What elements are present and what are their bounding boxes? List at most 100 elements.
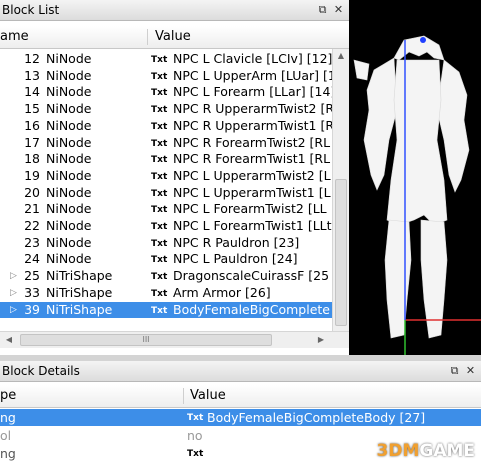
txt-type-icon: Txt bbox=[151, 138, 168, 149]
block-index: 23 bbox=[24, 234, 40, 250]
block-list-titlebar: Block List ⧉ ✕ bbox=[0, 0, 349, 21]
block-value: NPC R UpperarmTwist1 [R bbox=[173, 117, 332, 133]
block-value: BodyFemaleBigComplete bbox=[173, 301, 330, 317]
block-value: NPC R Pauldron [23] bbox=[173, 234, 300, 250]
column-header-type[interactable]: pe bbox=[0, 385, 16, 407]
block-value: NPC L Pauldron [24] bbox=[173, 251, 298, 267]
block-type: NiNode bbox=[46, 218, 92, 233]
block-row[interactable]: 24 NiNode Txt NPC L Pauldron [24] bbox=[0, 251, 332, 267]
txt-type-icon: Txt bbox=[151, 272, 168, 283]
block-list-panel: ame Value 12 NiNode Txt NPC L Clavicle [LCI… bbox=[0, 21, 349, 355]
block-row[interactable]: 14 NiNode Txt NPC L Forearm [LLar] [14] bbox=[0, 84, 332, 100]
block-index: 25 bbox=[24, 268, 40, 284]
block-type: NiTriShape bbox=[46, 301, 113, 317]
render-viewport[interactable] bbox=[349, 0, 481, 355]
detail-value: no bbox=[187, 428, 203, 443]
column-header-value[interactable]: Value bbox=[155, 26, 191, 48]
txt-type-icon: Txt bbox=[151, 121, 168, 132]
block-value: NPC R ForearmTwist1 [RL bbox=[173, 151, 331, 167]
txt-type-icon: Txt bbox=[151, 188, 168, 199]
block-type: NiNode bbox=[46, 151, 92, 167]
txt-type-icon: Txt bbox=[151, 55, 168, 65]
txt-type-icon: Txt bbox=[151, 105, 168, 116]
block-row[interactable]: 16 NiNode Txt NPC R UpperarmTwist1 [R bbox=[0, 118, 332, 134]
horizontal-scrollbar[interactable]: ◀ III ▶ bbox=[0, 331, 349, 348]
block-list-rows: 12 NiNode Txt NPC L Clavicle [LCIv] [12] 13 N… bbox=[0, 51, 332, 327]
block-row[interactable]: 13 NiNode Txt NPC L UpperArm [LUar] [1 bbox=[0, 68, 332, 84]
block-row[interactable]: ▷ 25 NiTriShape Txt DragonscaleCuirassF [25 bbox=[0, 268, 332, 284]
txt-type-icon: Txt bbox=[151, 71, 168, 82]
detail-type: ng bbox=[0, 446, 16, 461]
block-value: NPC L UpperarmTwist2 [L bbox=[173, 167, 331, 183]
txt-type-icon: Txt bbox=[151, 238, 168, 249]
block-row[interactable]: 17 NiNode Txt NPC R ForearmTwist2 [RL bbox=[0, 135, 332, 151]
scroll-left-arrow[interactable]: ◀ bbox=[2, 335, 16, 344]
block-index: 13 bbox=[24, 67, 40, 83]
block-details-panel: pe Value ng Txt BodyFemaleBigCompleteBody … bbox=[0, 382, 481, 465]
expand-arrow-icon[interactable]: ▷ bbox=[10, 285, 17, 301]
block-index: 15 bbox=[24, 101, 40, 117]
vertical-scrollbar[interactable]: ▲ bbox=[332, 49, 349, 331]
block-type: NiNode bbox=[46, 101, 92, 117]
armor-mesh bbox=[353, 35, 470, 339]
block-details-title: Block Details bbox=[2, 364, 80, 378]
block-type: NiNode bbox=[46, 167, 92, 183]
txt-type-icon: Txt bbox=[151, 255, 168, 266]
txt-type-icon: Txt bbox=[151, 205, 168, 216]
close-icon[interactable]: ✕ bbox=[464, 364, 477, 377]
block-value: NPC L UpperarmTwist1 [L bbox=[173, 184, 331, 200]
block-row[interactable]: ▷ 33 NiTriShape Txt Arm Armor [26] bbox=[0, 285, 332, 301]
column-separator[interactable] bbox=[147, 29, 148, 45]
block-index: 20 bbox=[24, 184, 40, 200]
block-row[interactable]: 18 NiNode Txt NPC R ForearmTwist1 [RL bbox=[0, 151, 332, 167]
txt-type-icon: Txt bbox=[151, 155, 168, 166]
block-list-title: Block List bbox=[2, 3, 60, 17]
block-type: NiTriShape bbox=[46, 284, 113, 300]
expand-arrow-icon[interactable]: ▷ bbox=[10, 302, 17, 318]
block-index: 16 bbox=[24, 117, 40, 133]
block-index: 12 bbox=[24, 51, 40, 66]
column-header-value[interactable]: Value bbox=[190, 385, 226, 407]
block-type: NiNode bbox=[46, 84, 92, 100]
block-value: NPC L Forearm [LLar] [14] bbox=[173, 84, 332, 100]
block-details-titlebar: Block Details ⧉ ✕ bbox=[0, 361, 481, 382]
txt-type-icon: Txt bbox=[187, 413, 204, 423]
block-row[interactable]: 15 NiNode Txt NPC R UpperarmTwist2 [R bbox=[0, 101, 332, 117]
scroll-right-arrow[interactable]: ▶ bbox=[314, 335, 328, 344]
column-separator[interactable] bbox=[183, 388, 184, 404]
watermark: 3DMGAME bbox=[376, 441, 476, 461]
block-type: NiNode bbox=[46, 251, 92, 267]
block-value: Arm Armor [26] bbox=[173, 284, 271, 300]
expand-arrow-icon[interactable]: ▷ bbox=[10, 268, 17, 284]
block-value: NPC L Clavicle [LCIv] [12] bbox=[173, 51, 332, 66]
block-value: NPC L ForearmTwist2 [LL bbox=[173, 201, 327, 217]
block-row[interactable]: 12 NiNode Txt NPC L Clavicle [LCIv] [12] bbox=[0, 51, 332, 67]
txt-type-icon: Txt bbox=[151, 171, 168, 182]
horizontal-scroll-thumb[interactable]: III bbox=[20, 334, 272, 346]
detail-row[interactable]: ng Txt BodyFemaleBigCompleteBody [27] bbox=[0, 409, 481, 426]
block-row[interactable]: 22 NiNode Txt NPC L ForearmTwist1 [LLt bbox=[0, 218, 332, 234]
block-row[interactable]: ▷ 39 NiTriShape Txt BodyFemaleBigComplete bbox=[0, 301, 332, 318]
block-row[interactable]: 21 NiNode Txt NPC L ForearmTwist2 [LL bbox=[0, 201, 332, 217]
close-icon[interactable]: ✕ bbox=[332, 3, 345, 16]
txt-type-icon: Txt bbox=[151, 222, 168, 232]
block-value: DragonscaleCuirassF [25 bbox=[173, 268, 330, 284]
block-value: NPC L ForearmTwist1 [LLt bbox=[173, 218, 332, 233]
block-row[interactable]: 23 NiNode Txt NPC R Pauldron [23] bbox=[0, 235, 332, 251]
block-value: NPC R ForearmTwist2 [RL bbox=[173, 134, 331, 150]
vertical-scroll-thumb[interactable] bbox=[335, 179, 347, 326]
block-index: 17 bbox=[24, 134, 40, 150]
float-panel-icon[interactable]: ⧉ bbox=[448, 364, 461, 377]
block-type: NiNode bbox=[46, 234, 92, 250]
scroll-up-arrow[interactable]: ▲ bbox=[334, 51, 348, 60]
block-row[interactable]: 20 NiNode Txt NPC L UpperarmTwist1 [L bbox=[0, 185, 332, 201]
column-header-name[interactable]: ame bbox=[0, 26, 29, 48]
block-details-header: pe Value bbox=[0, 385, 481, 408]
block-index: 24 bbox=[24, 251, 40, 267]
mesh-render bbox=[353, 35, 481, 355]
float-panel-icon[interactable]: ⧉ bbox=[316, 3, 329, 16]
block-row[interactable]: 19 NiNode Txt NPC L UpperarmTwist2 [L bbox=[0, 168, 332, 184]
block-type: NiNode bbox=[46, 201, 92, 217]
block-index: 33 bbox=[24, 284, 40, 300]
block-index: 21 bbox=[24, 201, 40, 217]
